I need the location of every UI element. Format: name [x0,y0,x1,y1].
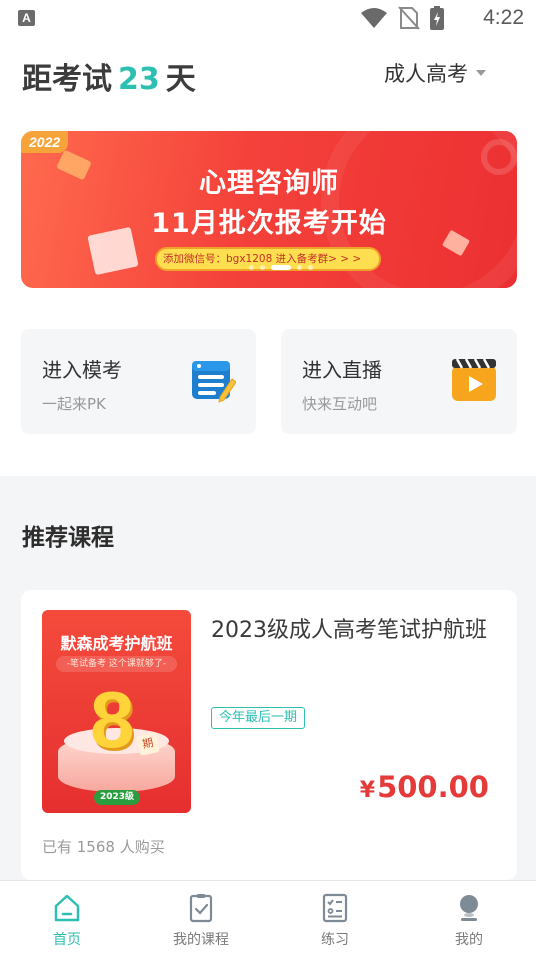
wifi-icon [361,8,387,28]
tab-label: 我的课程 [173,932,229,948]
cover-number: 8 [90,675,135,764]
exam-list-icon [192,361,236,403]
exam-type-selector[interactable]: 成人高考 [384,58,486,88]
practice-icon [322,893,348,923]
countdown-days: 23 [118,62,160,97]
profile-icon [460,895,478,921]
mock-exam-card[interactable]: 进入模考 一起来PK [21,329,256,434]
tab-home[interactable]: 首页 [0,881,134,954]
cover-unit: 期 [136,732,160,756]
course-price: ¥500.00 [360,770,489,804]
app-notification-icon: A [18,10,35,26]
tab-practice[interactable]: 练习 [268,881,402,954]
countdown-suffix: 天 [165,62,196,97]
bottom-tab-bar: 首页 我的课程 练习 我的 [0,880,536,954]
home-icon [54,894,80,922]
course-name: 2023级成人高考笔试护航班 [211,618,487,643]
course-buyers: 已有 1568 人购买 [42,838,165,856]
course-tag: 今年最后一期 [211,707,306,729]
live-stream-card[interactable]: 进入直播 快来互动吧 [281,329,517,434]
banner-year-tag: 2022 [21,131,69,153]
no-sim-icon [398,6,420,30]
tab-label: 练习 [321,932,349,948]
cover-year-badge: 2023级 [94,790,140,805]
mock-exam-title: 进入模考 [42,358,122,382]
banner-title: 心理咨询师 [199,168,339,199]
video-play-icon [452,358,496,401]
exam-type-label: 成人高考 [384,62,468,86]
carousel-dot-active[interactable] [271,265,291,270]
promo-banner[interactable]: 2022 心理咨询师 11月批次报考开始 添加微信号：bgx1208 进入备考群… [21,131,517,288]
carousel-dot[interactable] [297,265,302,270]
tab-my-courses[interactable]: 我的课程 [134,881,268,954]
price-value: 500.00 [377,770,489,804]
live-stream-subtitle: 快来互动吧 [302,395,378,413]
carousel-dot[interactable] [308,265,313,270]
price-symbol: ¥ [359,778,376,803]
carousel-indicator [249,265,313,270]
status-bar: A 4:22 [0,0,536,38]
mock-exam-subtitle: 一起来PK [42,395,106,413]
my-courses-icon [189,894,213,923]
course-card[interactable]: 默森成考护航班 -笔试备考 这个课就够了- 8 期 2023级 2023级成人高… [21,590,517,880]
status-icons [360,6,444,30]
live-stream-title: 进入直播 [302,358,382,382]
tab-profile[interactable]: 我的 [402,881,536,954]
tab-label: 我的 [455,932,483,948]
cover-title: 默森成考护航班 [60,634,173,653]
carousel-dot[interactable] [249,265,254,270]
battery-charging-icon [430,6,444,30]
dropdown-caret-icon [476,70,486,76]
exam-countdown: 距考试 23 天 [22,54,196,98]
course-cover: 默森成考护航班 -笔试备考 这个课就够了- 8 期 2023级 [42,610,191,813]
cover-subtitle: -笔试备考 这个课就够了- [56,656,177,672]
tab-label: 首页 [53,932,81,948]
countdown-prefix: 距考试 [22,62,112,97]
clock: 4:22 [483,6,524,29]
carousel-dot[interactable] [260,265,265,270]
section-title: 推荐课程 [22,525,114,551]
banner-subtitle: 11月批次报考开始 [151,208,387,239]
